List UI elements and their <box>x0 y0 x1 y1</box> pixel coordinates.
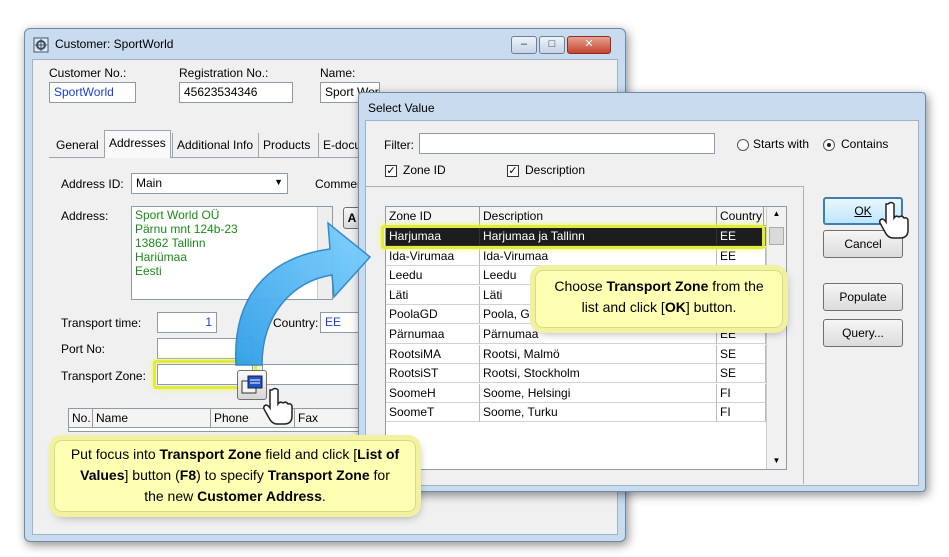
customer-no-label: Customer No.: <box>49 66 127 80</box>
column-header[interactable]: Name <box>93 409 211 428</box>
zone-cell-zone: Ida-Virumaa <box>386 246 480 266</box>
zone-row[interactable]: SoomeT Soome, Turku FI <box>386 403 766 423</box>
callout-bold-text: Transport Zone <box>159 446 262 462</box>
callout-bold-text: Customer Address <box>197 488 322 504</box>
zone-cell-desc: Rootsi, Stockholm <box>480 364 717 384</box>
minimize-button[interactable]: – <box>511 36 537 54</box>
contacts-grid-header: No. Name Phone Fax <box>69 409 369 428</box>
scroll-up-icon[interactable]: ▲ <box>767 209 786 218</box>
zone-id-checkbox[interactable]: ✓ <box>385 165 397 177</box>
customer-no-field[interactable]: SportWorld <box>49 82 136 103</box>
scroll-thumb[interactable] <box>769 227 784 245</box>
zone-cell-country: FI <box>717 403 766 423</box>
scroll-down-icon[interactable]: ▼ <box>767 456 786 465</box>
address-id-label: Address ID: <box>61 177 124 191</box>
callout-plain-text: ] button. <box>685 299 737 315</box>
zone-row[interactable]: RootsiST Rootsi, Stockholm SE <box>386 364 766 384</box>
transport-time-label: Transport time: <box>61 316 142 330</box>
arrow-icon <box>235 221 372 366</box>
zone-cell-country: SE <box>717 364 766 384</box>
registration-no-label: Registration No.: <box>179 66 269 80</box>
dialog-vertical-divider <box>803 186 804 484</box>
choose-zone-callout: Choose Transport Zone from the list and … <box>535 270 783 328</box>
callout-plain-text: field and click [ <box>261 446 358 462</box>
callout-plain-text: ] button ( <box>124 467 180 483</box>
column-header-country[interactable]: Country <box>717 207 764 226</box>
zone-cell-zone: RootsiST <box>386 364 480 384</box>
callout-plain-text: ) to specify <box>196 467 268 483</box>
dialog-divider <box>366 186 803 187</box>
tab-products[interactable]: Products <box>258 133 314 157</box>
description-checkbox[interactable]: ✓ <box>507 165 519 177</box>
zone-cell-zone: Leedu <box>386 266 480 286</box>
port-no-label: Port No: <box>61 342 106 356</box>
zone-cell-desc: Soome, Helsingi <box>480 383 717 403</box>
description-check-label: Description <box>525 163 586 177</box>
starts-with-radio[interactable] <box>737 139 749 151</box>
zone-cell-zone: PoolaGD <box>386 305 480 325</box>
filter-input[interactable] <box>419 133 715 154</box>
filter-label: Filter: <box>384 138 414 152</box>
column-header-zone-id[interactable]: Zone ID <box>386 207 480 226</box>
chevron-down-icon: ▼ <box>274 177 283 187</box>
hand-pointer-icon <box>879 201 909 239</box>
starts-with-label: Starts with <box>753 137 810 151</box>
callout-bold-text: Transport Zone <box>606 278 709 294</box>
transport-zone-label: Transport Zone: <box>61 369 146 383</box>
hand-pointer-icon <box>263 387 293 425</box>
address-label: Address: <box>61 209 109 223</box>
callout-text: Put focus into Transport Zone field and … <box>71 446 399 504</box>
transport-time-field[interactable]: 1 <box>157 312 217 333</box>
registration-no-field[interactable]: 45623534346 <box>179 82 293 103</box>
zone-cell-zone: Läti <box>386 285 480 305</box>
maximize-button[interactable]: □ <box>539 36 565 54</box>
selected-row-highlight <box>381 225 765 249</box>
zone-cell-zone: Pärnumaa <box>386 325 480 344</box>
dialog-title: Select Value <box>368 101 435 115</box>
zone-grid-scrollbar[interactable]: ▲ ▼ <box>766 207 786 469</box>
callout-plain-text: Choose <box>554 278 607 294</box>
window-title: Customer: SportWorld <box>55 37 174 51</box>
column-header[interactable]: No. <box>69 409 93 428</box>
zone-cell-desc: Ida-Virumaa <box>480 246 717 266</box>
callout-bold-text: OK <box>664 299 686 315</box>
zone-grid-header: Zone ID Description Country <box>386 207 786 226</box>
zone-cell-country: SE <box>717 344 766 364</box>
name-label: Name: <box>320 66 356 80</box>
customer-window-icon <box>33 37 49 53</box>
query-button[interactable]: Query... <box>823 319 903 347</box>
zone-cell-desc: Soome, Turku <box>480 403 717 423</box>
zone-cell-zone: SoomeT <box>386 403 480 423</box>
tab-strip-line <box>49 157 364 158</box>
contains-label: Contains <box>841 137 889 151</box>
callout-plain-text: . <box>321 488 326 504</box>
column-header-description[interactable]: Description <box>480 207 717 226</box>
contacts-grid[interactable]: No. Name Phone Fax <box>68 408 369 432</box>
zone-cell-country: EE <box>717 246 766 266</box>
zone-row[interactable]: Ida-Virumaa Ida-Virumaa EE <box>386 246 766 266</box>
tab-additional-info[interactable]: Additional Info <box>172 133 257 157</box>
populate-button[interactable]: Populate <box>823 283 903 311</box>
callout-bold-text: F8 <box>179 467 197 483</box>
zone-row[interactable]: RootsiMA Rootsi, Malmö SE <box>386 344 766 364</box>
zone-cell-zone: SoomeH <box>386 383 480 403</box>
zone-cell-country: FI <box>717 383 766 403</box>
callout-plain-text: Put focus into <box>70 446 160 462</box>
put-focus-callout: Put focus into Transport Zone field and … <box>54 440 416 512</box>
zone-id-check-label: Zone ID <box>403 163 446 177</box>
contains-radio[interactable] <box>823 139 835 151</box>
address-id-select[interactable]: Main ▼ <box>131 173 288 194</box>
zone-cell-zone: RootsiMA <box>386 344 480 364</box>
zone-grid-rows: Harjumaa Harjumaa ja Tallinn EE Ida-Virumaa… <box>386 227 766 467</box>
address-id-value: Main <box>136 176 163 190</box>
comment-label: Commen <box>315 177 364 191</box>
zone-row[interactable]: SoomeH Soome, Helsingi FI <box>386 383 766 403</box>
callout-bold-text: Transport Zone <box>267 467 370 483</box>
callout-text: Choose Transport Zone from the list and … <box>554 278 763 315</box>
close-button[interactable]: ✕ <box>567 36 611 54</box>
tab-general[interactable]: General <box>52 133 103 157</box>
list-of-values-icon <box>241 375 263 394</box>
zone-cell-desc: Rootsi, Malmö <box>480 344 717 364</box>
tab-addresses[interactable]: Addresses <box>104 130 171 158</box>
